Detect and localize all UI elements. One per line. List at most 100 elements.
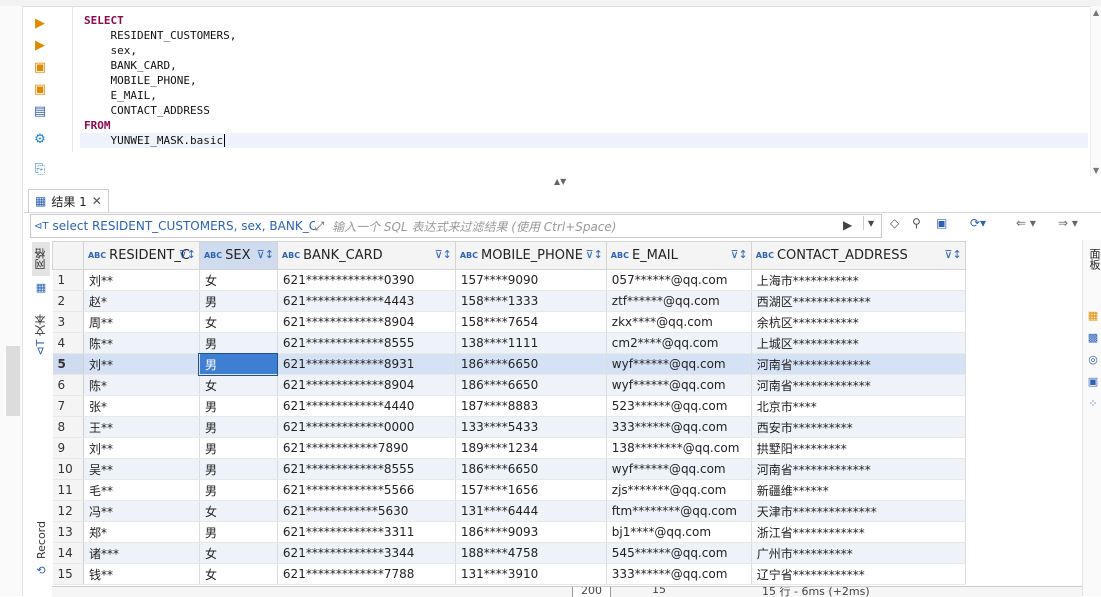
table-row[interactable]: 10 吴** 男 621*************8555 186****6650 wyf… bbox=[52, 458, 1092, 480]
bank-card-cell[interactable]: 621*************0000 bbox=[277, 416, 456, 438]
maximize-panel-icon[interactable]: ▲▼ bbox=[554, 177, 566, 186]
row-number-cell[interactable]: 12 bbox=[52, 500, 84, 522]
e-mail-cell[interactable]: wyf******@qq.com bbox=[606, 458, 752, 480]
bank-card-cell[interactable]: 621*************8904 bbox=[277, 374, 456, 396]
e-mail-cell[interactable]: cm2****@qq.com bbox=[606, 332, 752, 354]
table-row[interactable]: 8 王** 男 621*************0000 133****5433 333*… bbox=[52, 416, 1092, 438]
contact-address-cell[interactable]: 西湖区************* bbox=[751, 290, 966, 312]
contact-address-cell[interactable]: 西安市********** bbox=[751, 416, 966, 438]
resident-customers-cell[interactable]: 毛** bbox=[83, 479, 200, 501]
contact-address-cell[interactable]: 浙江省************ bbox=[751, 521, 966, 543]
resident-customers-cell[interactable]: 刘** bbox=[83, 269, 200, 291]
row-number-cell[interactable]: 3 bbox=[52, 311, 84, 333]
mobile-phone-cell[interactable]: 188****4758 bbox=[455, 542, 607, 564]
row-number-cell[interactable]: 9 bbox=[52, 437, 84, 459]
e-mail-cell[interactable]: zkx****@qq.com bbox=[606, 311, 752, 333]
table-row[interactable]: 6 陈* 女 621*************8904 186****6650 wyf**… bbox=[52, 374, 1092, 396]
panel-splitter[interactable]: ▲▼ bbox=[24, 177, 1101, 188]
resident-customers-cell[interactable]: 钱** bbox=[83, 563, 200, 585]
table-row[interactable]: 7 张* 男 621*************4440 187****8883 523**… bbox=[52, 395, 1092, 417]
filter-history-icon[interactable]: ▾ bbox=[863, 216, 874, 230]
apply-filter-icon[interactable]: ▶ bbox=[843, 218, 852, 232]
row-number-cell[interactable]: 14 bbox=[52, 542, 84, 564]
sql-editor[interactable]: SELECT RESIDENT_CUSTOMERS, sex, BANK_CAR… bbox=[64, 6, 1090, 152]
table-row[interactable]: 13 郑* 男 621*************3311 186****9093 bj1*… bbox=[52, 521, 1092, 543]
sex-cell[interactable]: 女 bbox=[199, 269, 278, 291]
resident-customers-cell[interactable]: 张* bbox=[83, 395, 200, 417]
row-number-cell[interactable]: 10 bbox=[52, 458, 84, 480]
export-icon[interactable]: ⎘ bbox=[31, 160, 49, 178]
mobile-phone-cell[interactable]: 131****6444 bbox=[455, 500, 607, 522]
editor-scrollbar[interactable]: ▲ ▼ bbox=[1090, 6, 1101, 176]
row-number-cell[interactable]: 4 bbox=[52, 332, 84, 354]
contact-address-cell[interactable]: 上城区*********** bbox=[751, 332, 966, 354]
filter-sort-icon[interactable]: ⊽↕ bbox=[731, 248, 748, 261]
scroll-down-icon[interactable]: ▼ bbox=[1093, 166, 1099, 175]
mobile-phone-cell[interactable]: 131****3910 bbox=[455, 563, 607, 585]
close-icon[interactable]: ✕ bbox=[92, 194, 102, 208]
sex-cell[interactable]: 男 bbox=[199, 521, 278, 543]
table-row[interactable]: 9 刘** 男 621************7890 189****1234 138**… bbox=[52, 437, 1092, 459]
sex-cell[interactable]: 女 bbox=[199, 311, 278, 333]
clear-filter-icon[interactable]: ◇ bbox=[890, 216, 899, 230]
sex-cell[interactable]: 男 bbox=[199, 290, 278, 312]
panels-label[interactable]: 面板 bbox=[1086, 248, 1101, 270]
resident-customers-cell[interactable]: 王** bbox=[83, 416, 200, 438]
bank-card-cell[interactable]: 621*************4440 bbox=[277, 395, 456, 417]
table-row[interactable]: 1 刘** 女 621*************0390 157****9090 057*… bbox=[52, 269, 1092, 291]
bank-card-cell[interactable]: 621*************4443 bbox=[277, 290, 456, 312]
row-number-cell[interactable]: 13 bbox=[52, 521, 84, 543]
column-header-e-mail[interactable]: ABC E_MAIL ⊽↕ bbox=[605, 241, 752, 270]
execute-script-new-tab-icon[interactable]: ▣ bbox=[31, 80, 49, 98]
tab-grid[interactable]: 网格 bbox=[32, 242, 50, 276]
column-header-bank-card[interactable]: ABC BANK_CARD ⊽↕ bbox=[276, 241, 456, 270]
resident-customers-cell[interactable]: 诸*** bbox=[83, 542, 200, 564]
filter-settings-icon[interactable]: ⚲ bbox=[912, 216, 921, 230]
bank-card-cell[interactable]: 621*************5566 bbox=[277, 479, 456, 501]
expand-icon[interactable]: ⤢ bbox=[315, 219, 325, 234]
filter-input[interactable]: 输入一个 SQL 表达式来过滤结果 (使用 Ctrl+Space) bbox=[332, 218, 616, 235]
execute-statement-icon[interactable]: ▶ bbox=[31, 14, 49, 32]
e-mail-cell[interactable]: wyf******@qq.com bbox=[606, 374, 752, 396]
row-number-cell[interactable]: 5 bbox=[52, 353, 84, 375]
mobile-phone-cell[interactable]: 158****1333 bbox=[455, 290, 607, 312]
contact-address-cell[interactable]: 广州市********** bbox=[751, 542, 966, 564]
record-icon[interactable]: ⟲ bbox=[32, 562, 50, 578]
tab-result-1[interactable]: ▦ 结果 1 ✕ bbox=[28, 189, 109, 212]
contact-address-cell[interactable]: 北京市**** bbox=[751, 395, 966, 417]
e-mail-cell[interactable]: 545******@qq.com bbox=[606, 542, 752, 564]
forward-icon[interactable]: ⇒ ▾ bbox=[1058, 216, 1078, 230]
mobile-phone-cell[interactable]: 189****1234 bbox=[455, 437, 607, 459]
sex-cell[interactable]: 男 bbox=[199, 332, 278, 354]
filter-sort-icon[interactable]: ⊽↕ bbox=[179, 248, 196, 261]
resident-customers-cell[interactable]: 陈* bbox=[83, 374, 200, 396]
bank-card-cell[interactable]: 621*************8904 bbox=[277, 311, 456, 333]
mobile-phone-cell[interactable]: 187****8883 bbox=[455, 395, 607, 417]
e-mail-cell[interactable]: 333******@qq.com bbox=[606, 416, 752, 438]
filter-sort-icon[interactable]: ⊽↕ bbox=[586, 248, 603, 261]
row-number-cell[interactable]: 15 bbox=[52, 563, 84, 585]
mobile-phone-cell[interactable]: 186****6650 bbox=[455, 458, 607, 480]
execute-in-new-tab-icon[interactable]: ▶ bbox=[31, 36, 49, 54]
contact-address-cell[interactable]: 拱墅阳********* bbox=[751, 437, 966, 459]
row-number-cell[interactable]: 8 bbox=[52, 416, 84, 438]
grid-view-icon[interactable]: ▦ bbox=[32, 278, 50, 296]
fetch-size-input[interactable]: 200 bbox=[572, 587, 611, 597]
mobile-phone-cell[interactable]: 157****1656 bbox=[455, 479, 607, 501]
explain-plan-icon[interactable]: ▤ bbox=[31, 102, 49, 120]
contact-address-cell[interactable]: 余杭区*********** bbox=[751, 311, 966, 333]
e-mail-cell[interactable]: zjs*******@qq.com bbox=[606, 479, 752, 501]
table-row[interactable]: 14 诸*** 女 621*************3344 188****4758 54… bbox=[52, 542, 1092, 564]
scroll-up-icon[interactable]: ▲ bbox=[1093, 8, 1099, 17]
table-row[interactable]: 4 陈** 男 621*************8555 138****1111 cm2*… bbox=[52, 332, 1092, 354]
e-mail-cell[interactable]: ftm********@qq.com bbox=[606, 500, 752, 522]
sex-cell[interactable]: 男 bbox=[199, 479, 278, 501]
sex-cell[interactable]: 女 bbox=[199, 542, 278, 564]
mobile-phone-cell[interactable]: 186****6650 bbox=[455, 353, 607, 375]
row-number-cell[interactable]: 11 bbox=[52, 479, 84, 501]
resident-customers-cell[interactable]: 吴** bbox=[83, 458, 200, 480]
grouping-icon[interactable]: ▩ bbox=[1086, 330, 1100, 344]
column-header-sex[interactable]: ABC SEX ⊽↕ bbox=[198, 241, 278, 270]
sex-cell[interactable]: 男 bbox=[199, 416, 278, 438]
resident-customers-cell[interactable]: 陈** bbox=[83, 332, 200, 354]
